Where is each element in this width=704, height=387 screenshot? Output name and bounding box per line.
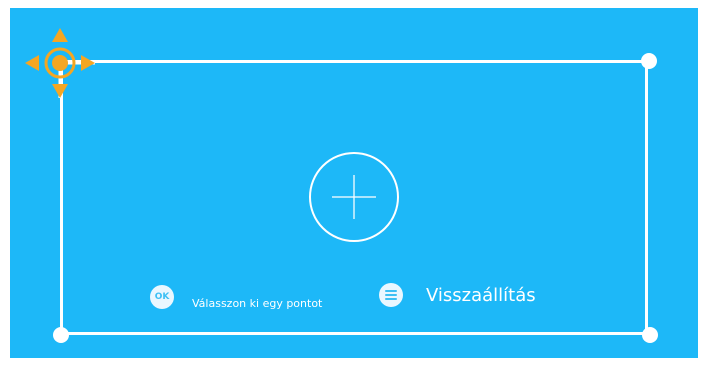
ok-icon: OK <box>150 284 174 309</box>
reset-label: Visszaállítás <box>426 284 536 306</box>
instruction-hint: OK Válasszon ki egy pontot <box>150 283 322 310</box>
reset-button[interactable]: Visszaállítás <box>379 283 536 307</box>
corner-point-top-right[interactable] <box>641 53 657 69</box>
corner-point-bottom-right[interactable] <box>642 327 658 343</box>
crosshair-icon <box>309 152 399 242</box>
menu-icon <box>379 283 403 307</box>
ok-badge-text: OK <box>154 291 170 302</box>
move-arrows-icon[interactable] <box>25 28 95 98</box>
corner-point-bottom-left[interactable] <box>53 327 69 343</box>
instruction-label: Válasszon ki egy pontot <box>192 297 323 310</box>
calibration-screen: OK Válasszon ki egy pontot Visszaállítás <box>10 8 698 358</box>
